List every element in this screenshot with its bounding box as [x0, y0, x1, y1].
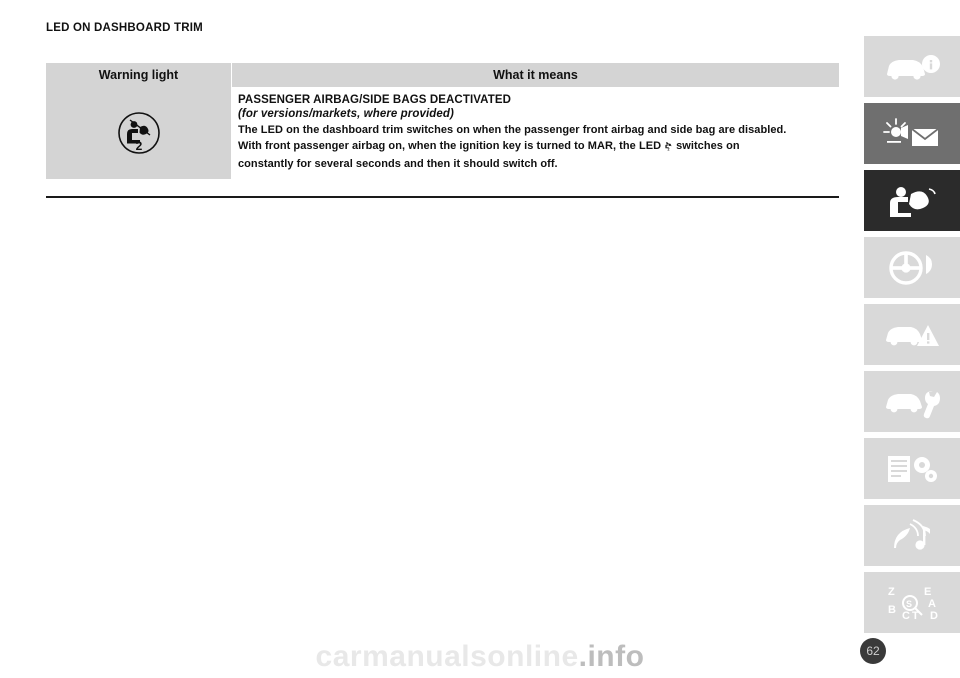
column-header-what-it-means: What it means [232, 63, 839, 87]
body-line-1: The LED on the dashboard trim switches o… [238, 124, 787, 136]
svg-text:S: S [906, 599, 912, 609]
tab-safety[interactable] [864, 170, 960, 231]
body-line-3: constantly for several seconds and then … [238, 158, 558, 170]
warning-light-table: Warning light What it means 2 PASSENGER … [46, 63, 839, 179]
svg-text:2: 2 [135, 139, 142, 153]
car-wrench-icon [886, 390, 940, 418]
svg-text:Z: Z [888, 586, 895, 598]
svg-text:B: B [888, 604, 896, 616]
car-warning-icon [886, 324, 939, 346]
row-title: PASSENGER AIRBAG/SIDE BAGS DEACTIVATED [238, 94, 512, 106]
svg-text:E: E [924, 586, 931, 598]
alphabetical-index-icon: Z B C T E A D S [888, 586, 938, 622]
svg-text:A: A [928, 598, 936, 610]
row-subtitle: (for versions/markets, where provided) [238, 108, 454, 120]
watermark: carmanualsonline.info [0, 640, 960, 674]
tab-multimedia[interactable] [864, 505, 960, 566]
steering-wheel-icon [889, 250, 932, 285]
audio-note-icon [894, 518, 930, 550]
tab-index[interactable]: Z B C T E A D S [864, 572, 960, 633]
warning-light-cell: 2 [46, 87, 231, 179]
column-header-warning-light: Warning light [46, 63, 231, 87]
lights-messages-icon [883, 117, 939, 146]
what-it-means-cell: PASSENGER AIRBAG/SIDE BAGS DEACTIVATED (… [232, 87, 839, 179]
watermark-main: carmanualsonline [315, 640, 579, 673]
table-header-row: Warning light What it means [46, 63, 839, 87]
body-line-2b: switches on [676, 139, 740, 152]
car-info-icon [887, 54, 940, 80]
watermark-suffix: .info [578, 640, 645, 673]
row-body: The LED on the dashboard trim switches o… [238, 123, 835, 173]
section-divider [46, 196, 839, 198]
body-line-2a: With front passenger airbag on, when the… [238, 139, 662, 152]
svg-text:C: C [902, 610, 910, 622]
svg-text:2: 2 [668, 147, 670, 151]
tab-maintenance-and-care[interactable] [864, 371, 960, 432]
side-tab-strip: Z B C T E A D S [856, 36, 960, 639]
svg-text:D: D [930, 610, 938, 622]
passenger-airbag-deactivated-inline-icon: 2 [662, 139, 675, 158]
page-title: LED ON DASHBOARD TRIM [46, 22, 203, 34]
tab-lights-and-messages[interactable] [864, 103, 960, 164]
tab-technical-specifications[interactable] [864, 438, 960, 499]
spec-list-gear-icon [888, 455, 937, 482]
passenger-airbag-deactivated-icon: 2 [114, 108, 164, 158]
document-page: LED ON DASHBOARD TRIM Warning light What… [0, 0, 960, 678]
table-row: 2 PASSENGER AIRBAG/SIDE BAGS DEACTIVATED… [46, 87, 839, 179]
tab-starting-and-driving[interactable] [864, 237, 960, 298]
tab-dashboard-and-controls[interactable] [864, 36, 960, 97]
tab-in-emergency[interactable] [864, 304, 960, 365]
airbag-safety-icon [890, 186, 936, 217]
